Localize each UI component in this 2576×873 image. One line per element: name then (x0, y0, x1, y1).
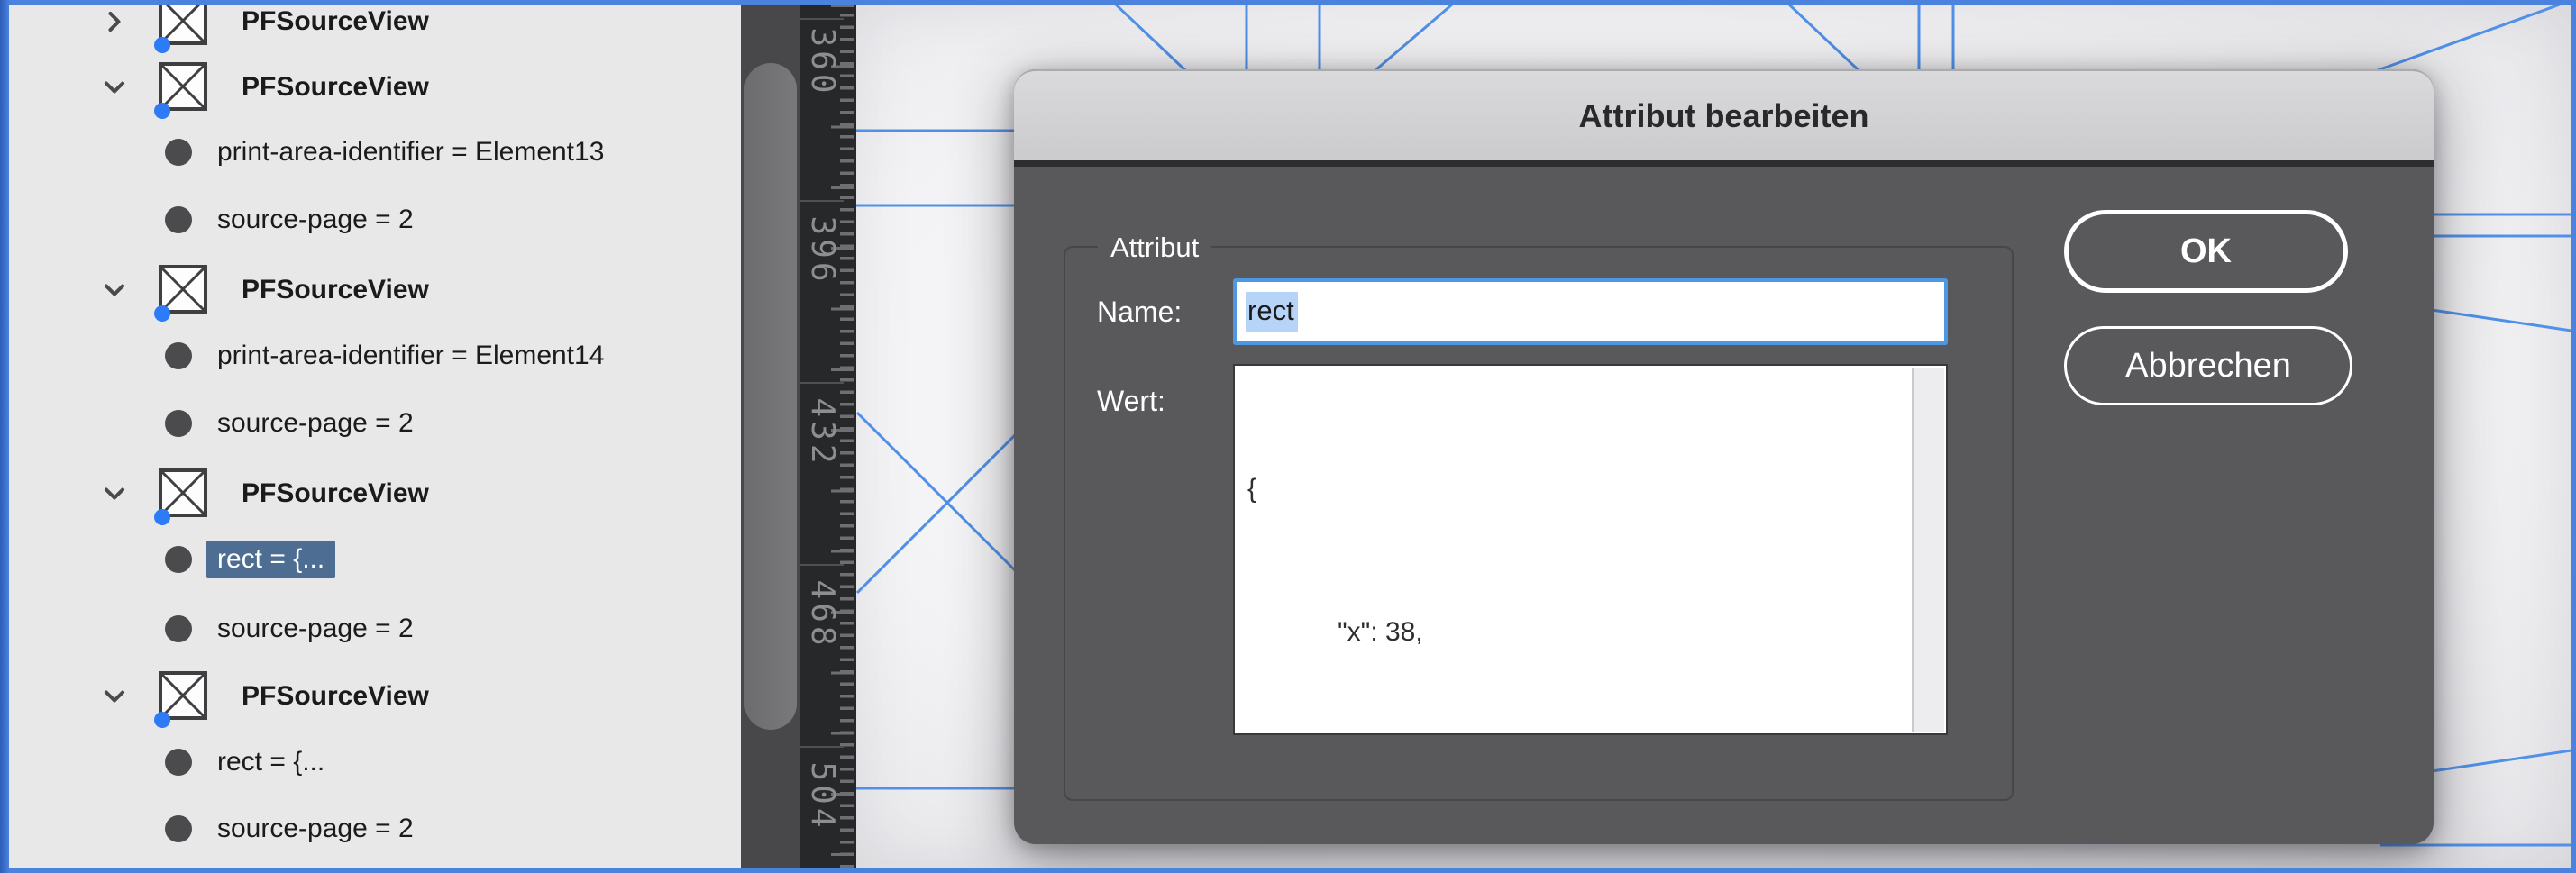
tree-row-attribute-selected[interactable]: rect = {... (9, 526, 741, 593)
tree-row-label: PFSourceView (242, 6, 429, 37)
pfsourceview-icon (157, 466, 209, 522)
pfsourceview-icon (157, 59, 209, 115)
pfsourceview-icon (157, 668, 209, 724)
tree-row-attribute[interactable]: source-page = 2 (9, 390, 741, 457)
tree-row-pfsourceview[interactable]: PFSourceView (9, 5, 741, 55)
application-window: PFSourceView PFSourceView print-area-ide… (0, 0, 2576, 873)
window-focus-border-left (0, 0, 9, 873)
ruler-number: 360 (804, 8, 840, 116)
name-input-selected-text: rect (1246, 292, 1298, 332)
attribute-bullet-icon (165, 139, 192, 166)
ruler-number: 432 (804, 378, 840, 487)
pfsourceview-icon (157, 5, 209, 50)
chevron-down-icon[interactable] (99, 72, 130, 103)
attribute-bullet-icon (165, 615, 192, 642)
chevron-down-icon[interactable] (99, 275, 130, 305)
window-focus-border-bottom (0, 868, 2576, 873)
tree-row-label: PFSourceView (242, 478, 429, 509)
ruler-number: 396 (804, 196, 840, 305)
tree-row-label: source-page = 2 (206, 610, 425, 648)
chevron-right-icon[interactable] (99, 6, 130, 37)
attribute-bullet-icon (165, 815, 192, 842)
attribute-bullet-icon (165, 342, 192, 369)
tree-row-attribute[interactable]: print-area-identifier = Element14 (9, 323, 741, 389)
attribute-bullet-icon (165, 749, 192, 776)
tree-row-attribute[interactable]: print-area-identifier = Element13 (9, 119, 741, 186)
chevron-down-icon[interactable] (99, 478, 130, 509)
tree-row-pfsourceview[interactable]: PFSourceView (9, 663, 741, 730)
tree-row-attribute[interactable]: source-page = 2 (9, 596, 741, 662)
pfsourceview-icon (157, 262, 209, 318)
tree-row-label: rect = {... (206, 743, 335, 781)
dialog-title: Attribut bearbeiten (1014, 71, 2434, 160)
ruler-number: 468 (804, 560, 840, 668)
sidebar-scrollbar-thumb[interactable] (744, 63, 797, 730)
attribute-bullet-icon (165, 410, 192, 437)
tree-row-label: PFSourceView (242, 275, 429, 305)
tree-row-label: source-page = 2 (206, 201, 425, 239)
tree-row-attribute[interactable]: rect = {... (9, 729, 741, 796)
tree-row-label: print-area-identifier = Element14 (206, 337, 615, 375)
ruler-number: 504 (804, 742, 840, 850)
tree-row-label: PFSourceView (242, 681, 429, 712)
cancel-button[interactable]: Abbrechen (2064, 326, 2352, 405)
name-label: Name: (1097, 294, 1182, 330)
tree-row-pfsourceview[interactable]: PFSourceView (9, 460, 741, 527)
attribute-edit-dialog: Attribut bearbeiten Attribut Name: rect … (1014, 69, 2434, 844)
ok-button[interactable]: OK (2064, 210, 2348, 293)
tree-row-pfsourceview[interactable]: PFSourceView (9, 257, 741, 323)
object-tree-sidebar: PFSourceView PFSourceView print-area-ide… (9, 5, 741, 868)
wert-textarea[interactable]: { "x": 38, "y": 41, "width": 768, "heigh… (1233, 364, 1948, 735)
textarea-scrollbar-track[interactable] (1912, 368, 1944, 732)
sidebar-scrollbar-track[interactable] (741, 5, 800, 868)
attribute-bullet-icon (165, 546, 192, 573)
attribute-bullet-icon (165, 206, 192, 233)
dialog-titlebar[interactable]: Attribut bearbeiten (1014, 69, 2434, 167)
fieldset-legend: Attribut (1098, 228, 1211, 268)
tree-row-pfsourceview[interactable]: PFSourceView (9, 54, 741, 121)
window-focus-border-right (2571, 0, 2576, 873)
tree-row-attribute[interactable]: source-page = 2 (9, 796, 741, 862)
window-focus-border-top (0, 0, 2576, 5)
tree-row-label: print-area-identifier = Element13 (206, 133, 615, 171)
tree-row-label: source-page = 2 (206, 405, 425, 442)
vertical-ruler: 360 396 432 468 504 (800, 5, 856, 868)
chevron-down-icon[interactable] (99, 681, 130, 712)
tree-row-label: source-page = 2 (206, 810, 425, 848)
wert-label: Wert: (1097, 383, 1165, 419)
tree-row-label: rect = {... (206, 541, 335, 578)
tree-row-attribute[interactable]: source-page = 2 (9, 186, 741, 253)
wert-textarea-content: { "x": 38, "y": 41, "width": 768, "heigh… (1235, 369, 1910, 735)
name-input[interactable]: rect (1233, 278, 1948, 345)
tree-row-label: PFSourceView (242, 72, 429, 103)
